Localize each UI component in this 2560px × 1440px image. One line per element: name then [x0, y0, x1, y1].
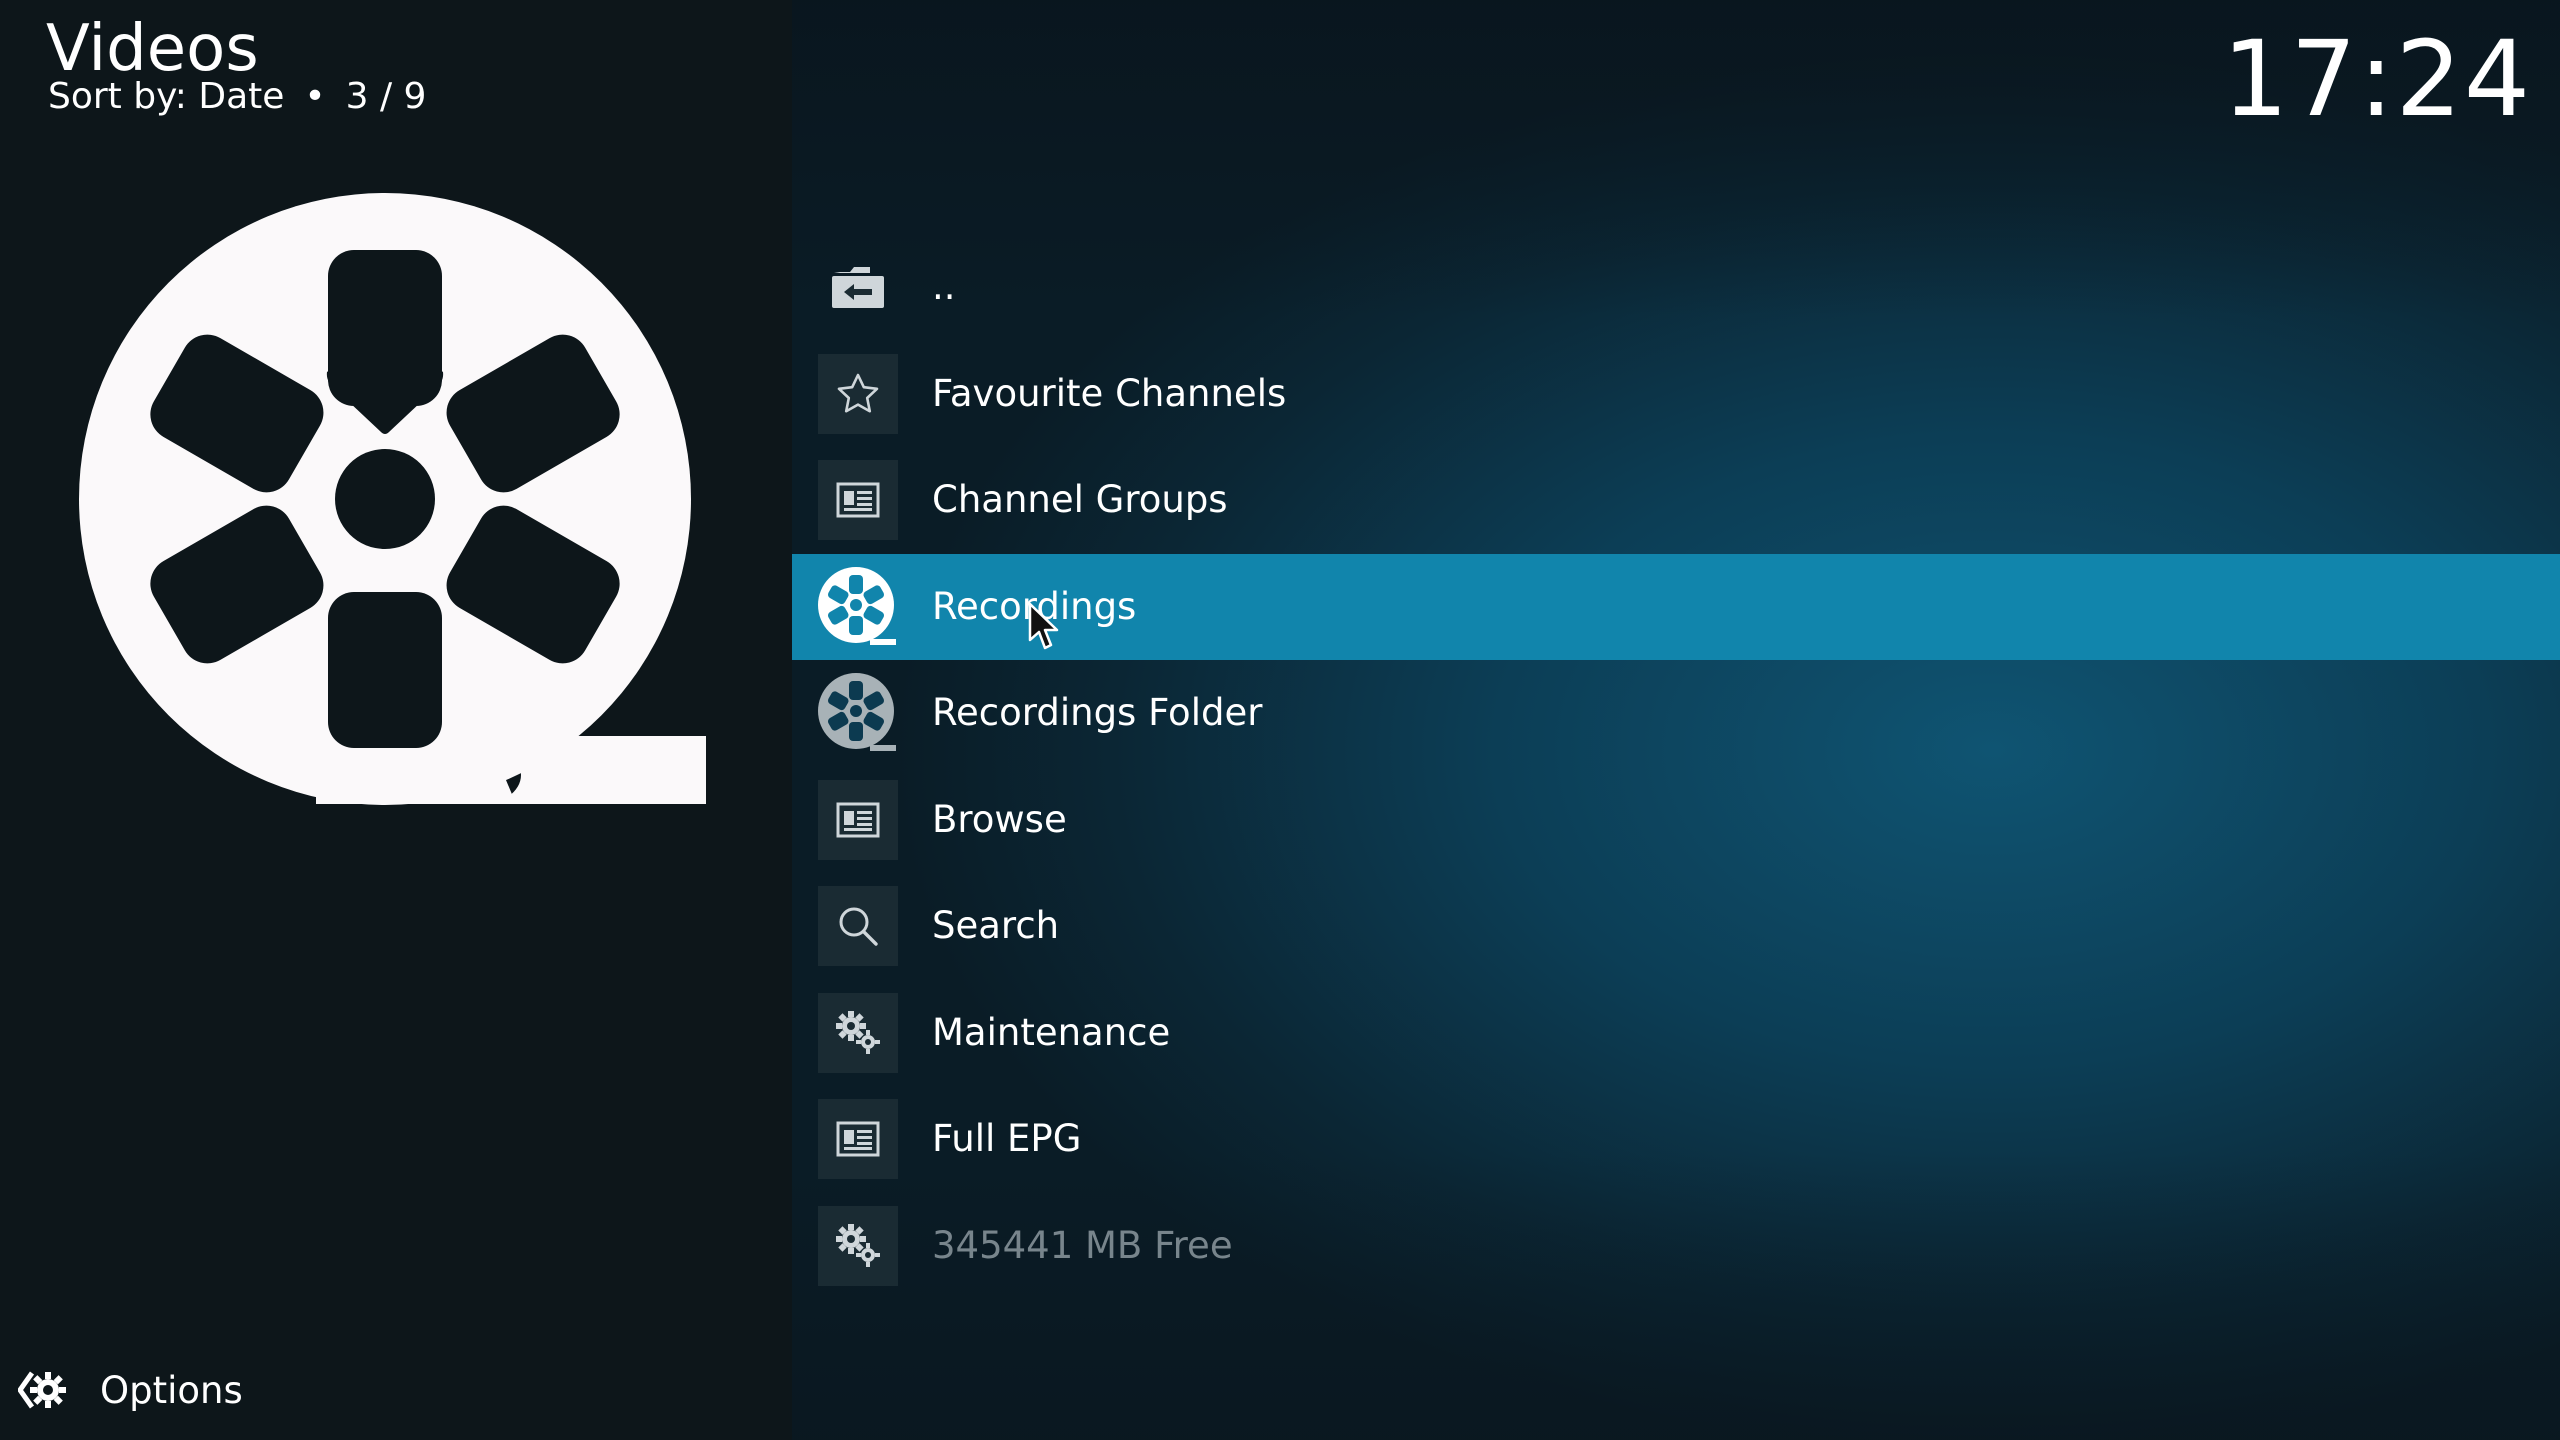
- sort-label: Sort by: Date: [48, 76, 285, 117]
- list-item-recordings-folder[interactable]: Recordings Folder: [792, 660, 2560, 767]
- folder-back-icon: [818, 247, 898, 327]
- options-gear-icon: [18, 1371, 66, 1409]
- list-item-parent[interactable]: ..: [792, 234, 2560, 341]
- list-item-maintenance[interactable]: Maintenance: [792, 980, 2560, 1087]
- list-item-label: Recordings Folder: [932, 691, 1263, 734]
- gears-icon: [818, 992, 898, 1073]
- gears-icon: [818, 1205, 898, 1286]
- film-reel-icon: [818, 673, 898, 753]
- list-item-label: Channel Groups: [932, 478, 1228, 521]
- list-item-browse[interactable]: Browse: [792, 767, 2560, 874]
- list-item-label: Maintenance: [932, 1010, 1171, 1054]
- menu-list: .. Favourite Channels Channel Groups Rec…: [792, 234, 2560, 1299]
- list-item-label: 345441 MB Free: [932, 1223, 1233, 1267]
- list-item-label: Full EPG: [932, 1117, 1082, 1160]
- list-item-search[interactable]: Search: [792, 873, 2560, 980]
- sort-info: Sort by: Date • 3 / 9: [48, 74, 426, 120]
- list-icon: [818, 779, 898, 860]
- list-item-full-epg[interactable]: Full EPG: [792, 1086, 2560, 1193]
- mouse-cursor: [1028, 602, 1059, 650]
- list-item-free-space[interactable]: 345441 MB Free: [792, 1193, 2560, 1300]
- list-item-channel-groups[interactable]: Channel Groups: [792, 447, 2560, 554]
- list-icon: [818, 460, 898, 540]
- options-button[interactable]: Options: [18, 1360, 243, 1420]
- item-position: 3 / 9: [345, 76, 427, 117]
- list-item-label: ..: [932, 265, 956, 308]
- list-item-label: Favourite Channels: [932, 371, 1287, 415]
- separator: •: [304, 76, 326, 117]
- list-icon: [818, 1099, 898, 1179]
- list-item-favourite-channels[interactable]: Favourite Channels: [792, 341, 2560, 448]
- search-icon: [818, 886, 898, 966]
- film-reel-icon: [818, 566, 898, 647]
- options-label: Options: [100, 1368, 243, 1412]
- star-icon: [818, 353, 898, 434]
- film-reel-artwork: [79, 193, 706, 805]
- list-item-label: Search: [932, 904, 1060, 947]
- clock: 17:24: [2222, 18, 2532, 140]
- list-item-label: Browse: [932, 797, 1067, 841]
